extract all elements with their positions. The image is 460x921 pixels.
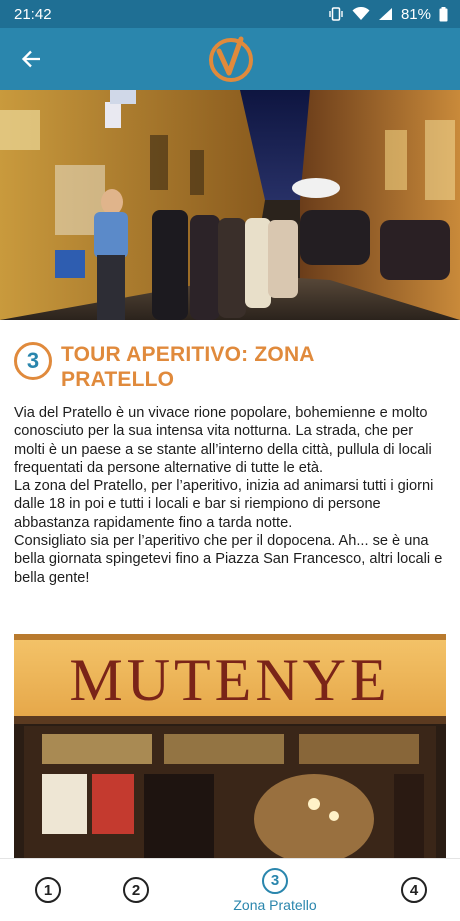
battery-percent: 81% bbox=[400, 5, 431, 23]
bar-sign-text: MUTENYE bbox=[69, 647, 390, 713]
status-icons: 81% bbox=[328, 6, 448, 23]
article-title: TOUR APERITIVO: ZONA PRATELLO bbox=[61, 343, 314, 391]
article-description: Via del Pratello è un vivace rione popol… bbox=[14, 404, 444, 587]
status-time: 21:42 bbox=[14, 5, 52, 23]
status-bar: 21:42 81% bbox=[0, 0, 460, 28]
app-bar bbox=[0, 28, 460, 90]
paragraph-2: La zona del Pratello, per l’aperitivo, i… bbox=[14, 478, 434, 531]
nav-step-3[interactable]: 3 Zona Pratello bbox=[220, 859, 330, 921]
signal-icon bbox=[378, 8, 392, 20]
nav-step-1[interactable]: 1 bbox=[28, 859, 68, 921]
wifi-icon bbox=[352, 7, 370, 20]
nav-step-1-icon: 1 bbox=[35, 877, 61, 903]
bar-photo: MUTENYE bbox=[14, 634, 446, 858]
nav-step-2[interactable]: 2 bbox=[116, 859, 156, 921]
check-v-logo-icon bbox=[209, 36, 253, 82]
hero-image bbox=[0, 90, 460, 320]
article-content: 3 TOUR APERITIVO: ZONA PRATELLO Via del … bbox=[0, 320, 460, 858]
nav-step-4[interactable]: 4 bbox=[394, 859, 434, 921]
vibrate-icon bbox=[329, 7, 343, 21]
nav-step-3-label: Zona Pratello bbox=[233, 896, 317, 913]
nav-step-3-icon: 3 bbox=[262, 867, 288, 894]
step-number-badge: 3 bbox=[14, 342, 52, 380]
paragraph-3: Consigliato sia per l’aperitivo che per … bbox=[14, 533, 443, 586]
paragraph-1: Via del Pratello è un vivace rione popol… bbox=[14, 405, 432, 476]
nav-step-4-icon: 4 bbox=[401, 877, 427, 903]
arrow-left-icon bbox=[21, 50, 40, 68]
back-button[interactable] bbox=[14, 42, 48, 76]
battery-icon bbox=[439, 6, 448, 21]
bottom-navigation: 1 2 3 Zona Pratello 4 bbox=[0, 858, 460, 920]
article-heading: 3 TOUR APERITIVO: ZONA PRATELLO bbox=[14, 342, 361, 392]
nav-step-2-icon: 2 bbox=[123, 877, 149, 903]
